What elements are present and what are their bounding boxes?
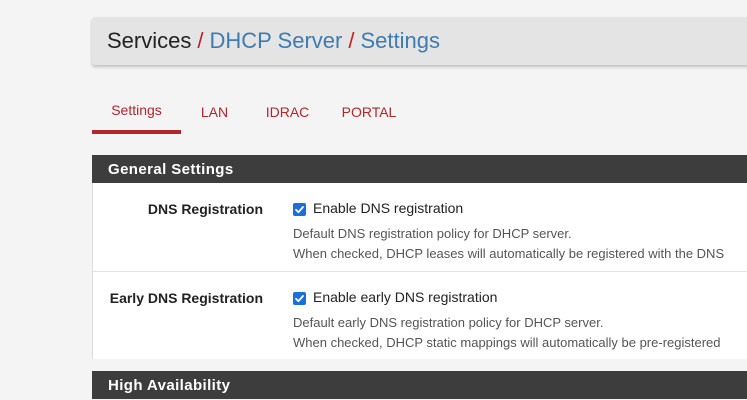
early-dns-registration-label: Early DNS Registration	[109, 290, 263, 306]
breadcrumb-separator: /	[348, 28, 355, 53]
breadcrumb-separator: /	[197, 28, 204, 53]
tab-lan[interactable]: LAN	[181, 90, 248, 134]
tab-idrac[interactable]: IDRAC	[248, 90, 327, 134]
early-dns-registration-help-1: Default early DNS registration policy fo…	[293, 315, 604, 330]
dns-registration-label: DNS Registration	[147, 201, 263, 217]
tab-portal[interactable]: PORTAL	[327, 90, 411, 134]
general-settings-panel: DNS Registration Enable DNS registration…	[92, 183, 747, 359]
checkmark-icon	[295, 295, 304, 303]
tab-bar: Settings LAN IDRAC PORTAL	[92, 90, 411, 134]
general-settings-header: General Settings	[92, 155, 747, 183]
dns-registration-checkbox[interactable]	[293, 203, 306, 216]
breadcrumb-services[interactable]: Services	[107, 28, 191, 54]
dns-registration-row: DNS Registration Enable DNS registration…	[93, 183, 747, 271]
high-availability-header: High Availability	[92, 371, 747, 399]
early-dns-registration-row: Early DNS Registration Enable early DNS …	[93, 271, 747, 359]
breadcrumb-dhcp-server[interactable]: DHCP Server	[209, 28, 342, 54]
checkmark-icon	[295, 206, 304, 214]
early-dns-registration-help-2: When checked, DHCP static mappings will …	[293, 335, 721, 350]
dns-registration-checkbox-label[interactable]: Enable DNS registration	[313, 200, 463, 216]
breadcrumb-settings[interactable]: Settings	[360, 28, 440, 54]
early-dns-registration-checkbox-label[interactable]: Enable early DNS registration	[313, 289, 497, 305]
dns-registration-help-1: Default DNS registration policy for DHCP…	[293, 226, 572, 241]
dns-registration-help-2: When checked, DHCP leases will automatic…	[293, 246, 725, 261]
tab-settings[interactable]: Settings	[92, 90, 181, 134]
breadcrumb: Services / DHCP Server / Settings	[92, 17, 747, 65]
early-dns-registration-checkbox[interactable]	[293, 292, 306, 305]
